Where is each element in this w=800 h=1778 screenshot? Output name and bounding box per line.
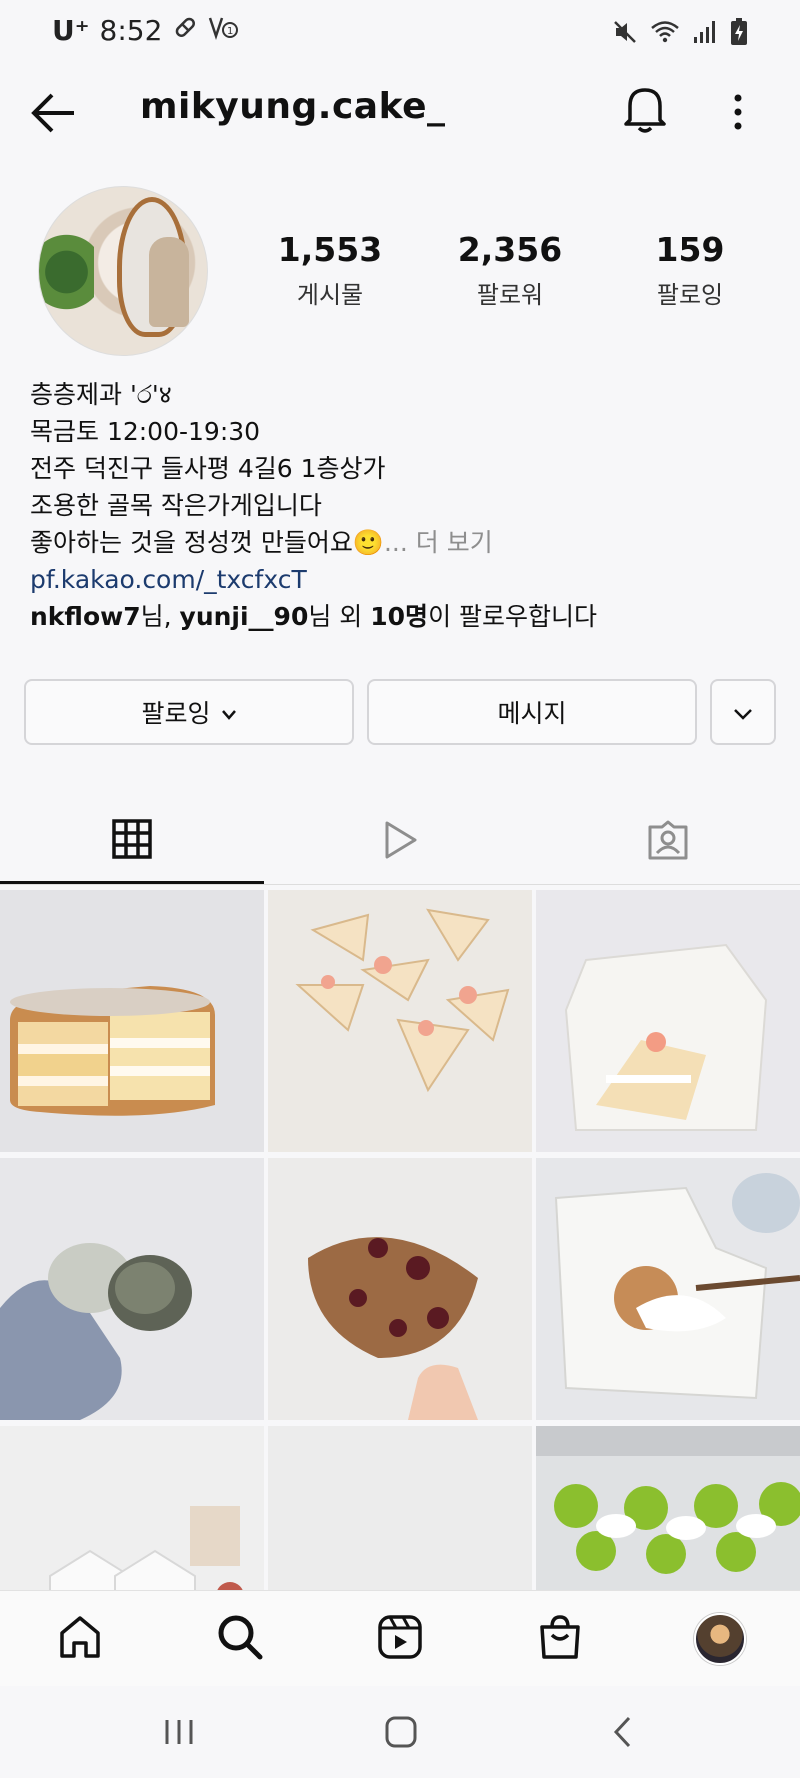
bio-line-5: 좋아하는 것을 정성껏 만들어요🙂... 더 보기 [30,524,770,561]
followed-by-user-1: nkflow7 [30,602,141,631]
post-thumbnail[interactable] [268,1158,532,1420]
nav-home[interactable] [54,1613,106,1665]
stat-posts-value: 1,553 [277,230,383,269]
recent-apps-icon[interactable] [156,1712,202,1752]
tab-posts-grid[interactable] [0,800,264,884]
message-button-label: 메시지 [497,699,567,728]
bio-line-3: 전주 덕진구 들사평 4길6 1층상가 [30,454,386,483]
stat-following-value: 159 [655,230,725,269]
bio-line-1: 층층제과 'ර'४ [30,380,172,409]
status-bar: U⁺ 8:52 1 [0,0,800,66]
home-button-icon[interactable] [378,1712,424,1752]
system-navigation [0,1686,800,1778]
search-icon [216,1613,264,1665]
bottom-navigation [0,1590,800,1686]
play-icon [379,819,421,865]
chevron-down-icon [733,698,753,727]
profile-stats: 1,553 게시물 2,356 팔로워 159 팔로잉 [240,230,780,310]
tabs-divider [0,884,800,885]
suggested-accounts-button[interactable] [710,679,776,745]
following-button[interactable]: 팔로잉 [24,679,354,745]
grid-icon [111,818,153,864]
message-button[interactable]: 메시지 [367,679,697,745]
back-arrow-icon[interactable] [30,92,78,134]
followed-by-tail: 이 팔로우합니다 [428,602,598,631]
shopping-bag-icon [536,1613,584,1665]
tagged-icon [646,819,690,865]
notification-bell-icon[interactable] [622,84,668,134]
stat-posts-label: 게시물 [296,281,364,309]
followed-by-sep-1: 님, [140,602,180,631]
stat-followers[interactable]: 2,356 팔로워 [420,230,600,310]
tab-reels[interactable] [268,800,532,884]
clock: 8:52 [99,14,163,47]
followed-by-user-2: yunji__90 [179,602,309,631]
profile-header: mikyung.cake_ [0,78,800,148]
pill-icon [172,14,198,47]
post-grid [0,890,800,1590]
post-thumbnail[interactable] [536,1426,800,1590]
signal-icon [692,19,718,49]
profile-username: mikyung.cake_ [140,86,446,127]
followed-by[interactable]: nkflow7님, yunji__90님 외 10명이 팔로우합니다 [30,598,770,635]
stat-following-label: 팔로잉 [656,281,724,309]
profile-tabs [0,800,800,884]
wifi-icon [650,19,680,49]
stat-followers-label: 팔로워 [476,281,544,309]
nav-search[interactable] [214,1613,266,1665]
see-more-link[interactable]: ... 더 보기 [384,528,493,557]
nav-profile[interactable] [694,1613,746,1665]
svg-text:1: 1 [227,26,233,37]
followed-by-sep-2: 님 외 [308,602,371,631]
home-icon [56,1613,104,1665]
post-thumbnail[interactable] [268,1426,532,1590]
mute-icon [612,19,638,49]
chevron-down-icon [221,698,237,727]
nav-reels[interactable] [374,1613,426,1665]
stat-following[interactable]: 159 팔로잉 [600,230,780,310]
stat-posts[interactable]: 1,553 게시물 [240,230,420,310]
bio-line-2: 목금토 12:00-19:30 [30,417,261,446]
stat-followers-value: 2,356 [457,230,563,269]
reels-icon [376,1613,424,1665]
nav-shop[interactable] [534,1613,586,1665]
post-thumbnail[interactable] [0,1158,264,1420]
post-thumbnail[interactable] [536,1158,800,1420]
carrier-label: U⁺ [52,14,90,47]
post-thumbnail[interactable] [0,890,264,1152]
volte-icon: 1 [208,14,240,47]
bio-line-4: 조용한 골목 작은가게입니다 [30,491,322,520]
more-options-icon[interactable] [730,92,746,132]
followed-by-count: 10명 [370,602,429,631]
bio-line-5-text: 좋아하는 것을 정성껏 만들어요🙂 [30,528,384,557]
profile-link[interactable]: pf.kakao.com/_txcfxcT [30,561,770,598]
following-button-label: 팔로잉 [141,699,211,728]
profile-avatar[interactable] [38,186,208,356]
post-thumbnail[interactable] [536,890,800,1152]
system-back-icon[interactable] [600,1712,646,1752]
profile-bio: 층층제과 'ර'४ 목금토 12:00-19:30 전주 덕진구 들사평 4길6… [30,376,770,635]
battery-icon [730,18,748,50]
own-avatar [694,1613,746,1665]
post-thumbnail[interactable] [268,890,532,1152]
tab-tagged[interactable] [536,800,800,884]
post-thumbnail[interactable] [0,1426,264,1590]
